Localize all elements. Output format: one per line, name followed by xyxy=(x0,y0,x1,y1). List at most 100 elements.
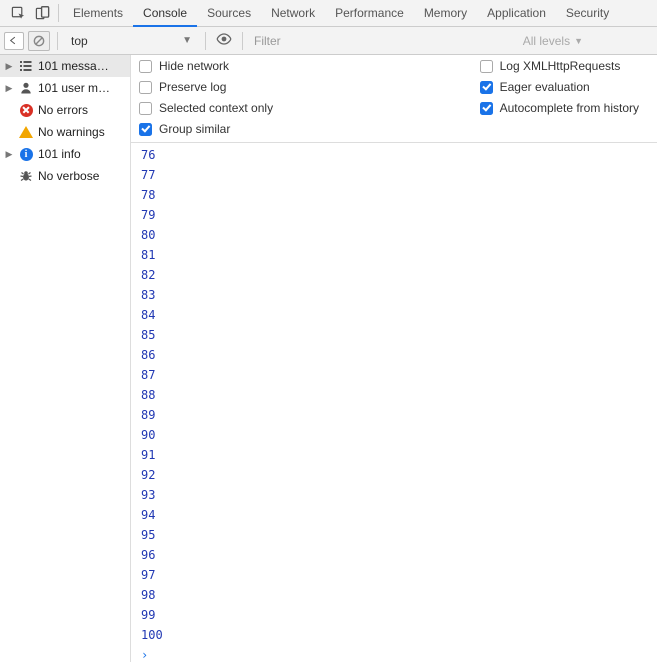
checkbox-label: Selected context only xyxy=(159,101,273,115)
toggle-sidebar-button[interactable] xyxy=(4,32,24,50)
checkbox-label: Preserve log xyxy=(159,80,226,94)
console-settings: Hide network Preserve log Selected conte… xyxy=(131,55,657,143)
console-log-line[interactable]: 77 xyxy=(141,165,657,185)
console-log-line[interactable]: 92 xyxy=(141,465,657,485)
console-log-line[interactable]: 94 xyxy=(141,505,657,525)
log-levels-dropdown[interactable]: All levels ▼ xyxy=(523,34,583,48)
filter-input[interactable] xyxy=(250,32,420,50)
console-log-line[interactable]: 91 xyxy=(141,445,657,465)
context-selector[interactable]: top ▼ xyxy=(65,31,198,51)
clear-console-button[interactable] xyxy=(28,31,50,51)
panel-tabs: Elements Console Sources Network Perform… xyxy=(63,0,619,26)
toggle-device-icon[interactable] xyxy=(30,1,54,25)
console-log-line[interactable]: 99 xyxy=(141,605,657,625)
devtools-tabbar: Elements Console Sources Network Perform… xyxy=(0,0,657,27)
console-log-line[interactable]: 76 xyxy=(141,145,657,165)
console-log-line[interactable]: 89 xyxy=(141,405,657,425)
console-log-line[interactable]: 79 xyxy=(141,205,657,225)
checkbox-label: Log XMLHttpRequests xyxy=(500,59,621,73)
info-icon: i xyxy=(18,146,34,162)
console-log-line[interactable]: 100 xyxy=(141,625,657,645)
console-log-line[interactable]: 82 xyxy=(141,265,657,285)
console-log-line[interactable]: 96 xyxy=(141,545,657,565)
sidebar-item-label: 101 messa… xyxy=(38,59,126,73)
console-sidebar: ▶ 101 messa… ▶ 101 user m… ▶ No errors ▶… xyxy=(0,55,131,662)
console-log-line[interactable]: 86 xyxy=(141,345,657,365)
checkbox-group-similar[interactable]: Group similar xyxy=(139,122,273,136)
sidebar-item-label: No warnings xyxy=(38,125,126,139)
tab-application[interactable]: Application xyxy=(477,0,556,26)
tab-memory[interactable]: Memory xyxy=(414,0,477,26)
bug-icon xyxy=(18,168,34,184)
checkbox-icon xyxy=(139,60,152,73)
tab-performance[interactable]: Performance xyxy=(325,0,414,26)
checkbox-selected-context-only[interactable]: Selected context only xyxy=(139,101,273,115)
disclosure-triangle-icon: ▶ xyxy=(4,61,14,72)
checkbox-icon xyxy=(139,81,152,94)
tab-console[interactable]: Console xyxy=(133,0,197,26)
sidebar-item-warnings[interactable]: ▶ No warnings xyxy=(0,121,130,143)
inspect-element-icon[interactable] xyxy=(6,1,30,25)
console-content: Hide network Preserve log Selected conte… xyxy=(131,55,657,662)
settings-right-column: Log XMLHttpRequests Eager evaluation Aut… xyxy=(480,59,639,136)
checkbox-icon xyxy=(480,60,493,73)
sidebar-item-errors[interactable]: ▶ No errors xyxy=(0,99,130,121)
checkbox-eager-evaluation[interactable]: Eager evaluation xyxy=(480,80,639,94)
console-log-line[interactable]: 85 xyxy=(141,325,657,345)
disclosure-triangle-icon: ▶ xyxy=(4,149,14,160)
disclosure-triangle-icon: ▶ xyxy=(4,83,14,94)
tab-security[interactable]: Security xyxy=(556,0,619,26)
console-log-line[interactable]: 84 xyxy=(141,305,657,325)
console-log-line[interactable]: 97 xyxy=(141,565,657,585)
checkbox-icon xyxy=(480,81,493,94)
checkbox-hide-network[interactable]: Hide network xyxy=(139,59,273,73)
console-log-line[interactable]: 88 xyxy=(141,385,657,405)
settings-left-column: Hide network Preserve log Selected conte… xyxy=(139,59,273,136)
chevron-down-icon: ▼ xyxy=(574,36,583,46)
checkbox-autocomplete-history[interactable]: Autocomplete from history xyxy=(480,101,639,115)
checkbox-icon xyxy=(139,102,152,115)
checkbox-icon xyxy=(139,123,152,136)
live-expression-button[interactable] xyxy=(213,33,235,48)
log-levels-label: All levels xyxy=(523,34,570,48)
console-log-line[interactable]: 87 xyxy=(141,365,657,385)
sidebar-item-verbose[interactable]: ▶ No verbose xyxy=(0,165,130,187)
console-log-line[interactable]: 98 xyxy=(141,585,657,605)
console-log-line[interactable]: 83 xyxy=(141,285,657,305)
sidebar-item-user-messages[interactable]: ▶ 101 user m… xyxy=(0,77,130,99)
console-toolbar: top ▼ All levels ▼ xyxy=(0,27,657,55)
divider xyxy=(58,4,59,22)
sidebar-item-messages[interactable]: ▶ 101 messa… xyxy=(0,55,130,77)
console-log-line[interactable]: 80 xyxy=(141,225,657,245)
sidebar-item-label: No errors xyxy=(38,103,126,117)
error-icon xyxy=(18,102,34,118)
console-prompt[interactable]: › xyxy=(141,645,657,662)
chevron-down-icon: ▼ xyxy=(182,35,192,46)
checkbox-label: Group similar xyxy=(159,122,230,136)
checkbox-preserve-log[interactable]: Preserve log xyxy=(139,80,273,94)
tab-sources[interactable]: Sources xyxy=(197,0,261,26)
sidebar-item-label: No verbose xyxy=(38,169,126,183)
tab-elements[interactable]: Elements xyxy=(63,0,133,26)
console-log-line[interactable]: 81 xyxy=(141,245,657,265)
divider xyxy=(57,32,58,50)
console-log-line[interactable]: 95 xyxy=(141,525,657,545)
checkbox-label: Hide network xyxy=(159,59,229,73)
console-log-line[interactable]: 90 xyxy=(141,425,657,445)
sidebar-item-info[interactable]: ▶ i 101 info xyxy=(0,143,130,165)
divider xyxy=(242,32,243,50)
checkbox-icon xyxy=(480,102,493,115)
console-main: ▶ 101 messa… ▶ 101 user m… ▶ No errors ▶… xyxy=(0,55,657,662)
context-selector-label: top xyxy=(71,34,88,48)
user-icon xyxy=(18,80,34,96)
console-log-line[interactable]: 93 xyxy=(141,485,657,505)
list-icon xyxy=(18,58,34,74)
checkbox-log-xhr[interactable]: Log XMLHttpRequests xyxy=(480,59,639,73)
sidebar-item-label: 101 user m… xyxy=(38,81,126,95)
warning-icon xyxy=(18,124,34,140)
console-log-line[interactable]: 78 xyxy=(141,185,657,205)
console-output[interactable]: 7677787980818283848586878889909192939495… xyxy=(131,143,657,662)
sidebar-item-label: 101 info xyxy=(38,147,126,161)
tab-network[interactable]: Network xyxy=(261,0,325,26)
divider xyxy=(205,32,206,50)
